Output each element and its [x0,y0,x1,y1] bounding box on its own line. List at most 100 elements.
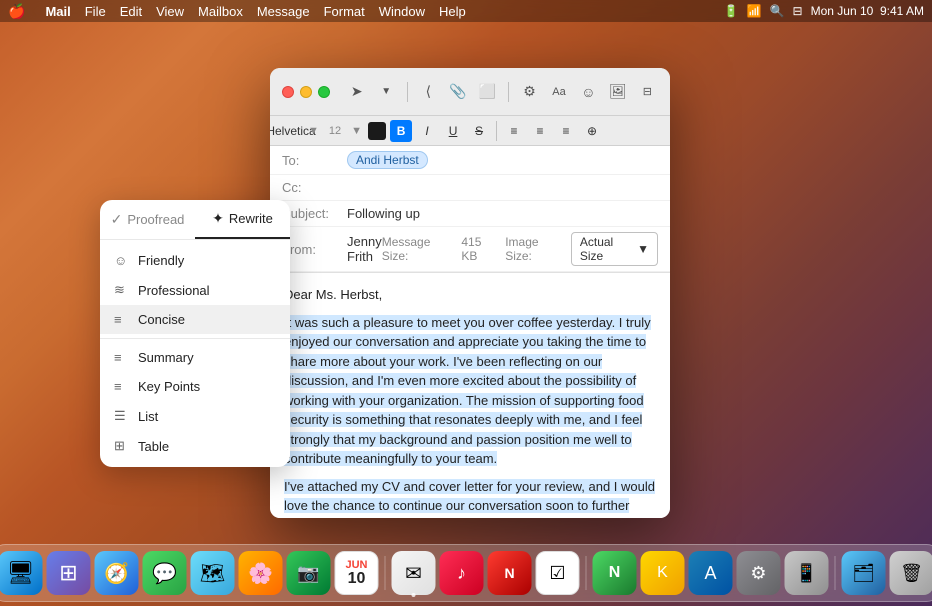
menubar-mailbox[interactable]: Mailbox [198,4,243,19]
dock-messages[interactable]: 💬 [143,551,187,595]
dock-launchpad[interactable]: ⊞ [47,551,91,595]
dock-music[interactable]: ♪ [440,551,484,595]
professional-label: Professional [138,283,210,298]
menubar: 🍎 Mail File Edit View Mailbox Message Fo… [0,0,932,22]
fullscreen-button[interactable] [318,86,330,98]
mail-body[interactable]: Dear Ms. Herbst, It was such a pleasure … [270,273,670,518]
menubar-wifi-icon: 📶 [747,4,762,18]
rewrite-summary[interactable]: ≡ Summary [100,343,290,372]
friendly-icon: ☺ [114,253,130,268]
rewrite-friendly[interactable]: ☺ Friendly [100,246,290,275]
photo-browser-button[interactable]: ⬜ [477,78,498,106]
dock-news[interactable]: N [488,551,532,595]
recipient-tag[interactable]: Andi Herbst [347,151,428,169]
mail-compose-window: ➤ ▼ ⟨ 📎 ⬜ ⚙ Aa ☺ 🖼 ⊟ Helvetica ▼ 12 ▼ B … [270,68,670,518]
rewrite-professional[interactable]: ≋ Professional [100,275,290,305]
msg-size-value: 415 KB [461,235,497,263]
dock-appstore[interactable]: A [689,551,733,595]
from-label: From: [282,242,347,257]
photo-button[interactable]: 🖼 [607,78,628,106]
tab-proofread[interactable]: ✓ Proofread [100,200,195,239]
image-size-label: Image Size: [505,235,563,263]
highlighted-text-2: I've attached my CV and cover letter for… [284,479,655,519]
image-size-dropdown[interactable]: Actual Size ▼ [571,232,658,266]
indent-button[interactable]: ≡ [555,120,577,142]
font-select[interactable]: Helvetica [280,120,302,142]
tab-rewrite[interactable]: ✦ Rewrite [195,200,290,239]
rewrite-list[interactable]: ☰ List [100,401,290,431]
rewrite-divider [100,338,290,339]
dock-divider-3 [835,556,836,590]
dock-iphone[interactable]: 📱 [785,551,829,595]
close-button[interactable] [282,86,294,98]
key-points-icon: ≡ [114,379,130,394]
minimize-button[interactable] [300,86,312,98]
menubar-edit[interactable]: Edit [120,4,142,19]
from-field[interactable]: From: Jenny Frith Message Size: 415 KB I… [270,227,670,272]
menubar-format[interactable]: Format [324,4,365,19]
emoji-button[interactable]: ☺ [578,78,599,106]
tab-rewrite-label: Rewrite [229,211,273,226]
more-format-button[interactable]: ⊕ [581,120,603,142]
menubar-app-name[interactable]: Mail [45,4,70,19]
more-button[interactable]: ⊟ [637,78,658,106]
settings-button[interactable]: ⚙ [519,78,540,106]
back-button[interactable]: ⟨ [418,78,439,106]
dock-finder[interactable]: 🖥 [0,551,43,595]
send-button[interactable]: ➤ [346,78,367,106]
list-label: List [138,409,158,424]
concise-label: Concise [138,312,185,327]
to-field[interactable]: To: Andi Herbst [270,146,670,175]
mail-para1: It was such a pleasure to meet you over … [284,313,656,469]
attach-button[interactable]: 📎 [447,78,468,106]
dock-calendar[interactable]: JUN10 [335,551,379,595]
message-size-info: Message Size: 415 KB Image Size: Actual … [382,232,658,266]
menubar-search-icon[interactable]: 🔍 [770,4,785,18]
concise-icon: ≡ [114,312,130,327]
menubar-message[interactable]: Message [257,4,310,19]
strikethrough-button[interactable]: S [468,120,490,142]
subject-field[interactable]: Subject: Following up [270,201,670,227]
rewrite-table[interactable]: ⊞ Table [100,431,290,461]
dock-numbers[interactable]: N [593,551,637,595]
send-dropdown-button[interactable]: ▼ [375,78,396,106]
table-icon: ⊞ [114,438,130,454]
rewrite-options: ☺ Friendly ≋ Professional ≡ Concise ≡ Su… [100,240,290,467]
dock-archive[interactable]: 🗂 [842,551,886,595]
mail-greeting: Dear Ms. Herbst, [284,285,656,305]
dropdown-arrow-icon: ▼ [637,242,649,256]
menubar-window[interactable]: Window [379,4,425,19]
dock-facetime[interactable]: 📷 [287,551,331,595]
dock-settings[interactable]: ⚙ [737,551,781,595]
rewrite-concise[interactable]: ≡ Concise [100,305,290,334]
list-button[interactable]: ≡ [529,120,551,142]
format-separator [496,121,497,141]
dock-keynote[interactable]: K [641,551,685,595]
apple-menu[interactable]: 🍎 [8,3,25,20]
dock-trash[interactable]: 🗑 [890,551,932,595]
cc-field[interactable]: Cc: [270,175,670,201]
color-swatch[interactable] [368,122,386,140]
menubar-help[interactable]: Help [439,4,466,19]
menubar-control-center[interactable]: ⊟ [793,4,803,18]
dock-reminders[interactable]: ☑ [536,551,580,595]
dock-maps[interactable]: 🗺 [191,551,235,595]
dock-safari[interactable]: 🧭 [95,551,139,595]
dock-mail[interactable]: ✉ [392,551,436,595]
italic-button[interactable]: I [416,120,438,142]
rewrite-key-points[interactable]: ≡ Key Points [100,372,290,401]
key-points-label: Key Points [138,379,200,394]
dock-active-indicator [412,593,416,597]
underline-button[interactable]: U [442,120,464,142]
menubar-file[interactable]: File [85,4,106,19]
rewrite-panel: ✓ Proofread ✦ Rewrite ☺ Friendly ≋ Profe… [100,200,290,467]
menubar-view[interactable]: View [156,4,184,19]
font-button[interactable]: Aa [548,78,569,106]
bold-button[interactable]: B [390,120,412,142]
dock-divider-1 [385,556,386,590]
toolbar-separator-2 [508,82,509,102]
align-left-button[interactable]: ≡ [503,120,525,142]
dock-photos[interactable]: 🌸 [239,551,283,595]
rewrite-tabs: ✓ Proofread ✦ Rewrite [100,200,290,240]
format-bar: Helvetica ▼ 12 ▼ B I U S ≡ ≡ ≡ ⊕ [270,116,670,146]
